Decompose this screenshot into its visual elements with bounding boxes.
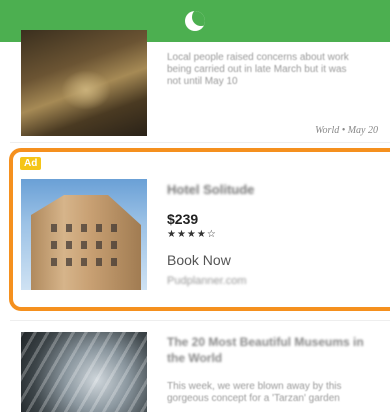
window bbox=[81, 241, 87, 249]
article-snippet[interactable]: This week, we were blown away by this go… bbox=[167, 381, 390, 405]
window bbox=[51, 258, 57, 266]
window bbox=[51, 241, 57, 249]
advertiser-domain: Pudplanner.com bbox=[167, 275, 247, 287]
window bbox=[96, 258, 102, 266]
snippet-line: being carried out in late March but it w… bbox=[167, 64, 347, 75]
window bbox=[96, 241, 102, 249]
window bbox=[111, 241, 117, 249]
window bbox=[111, 258, 117, 266]
window bbox=[81, 224, 87, 232]
article-thumbnail[interactable] bbox=[21, 30, 147, 136]
article-meta: World • May 20 bbox=[315, 125, 378, 136]
price: $239 bbox=[167, 211, 199, 227]
window bbox=[66, 258, 72, 266]
divider bbox=[10, 320, 390, 321]
window bbox=[66, 241, 72, 249]
snippet-line: Local people raised concerns about work bbox=[167, 52, 349, 63]
article-title[interactable]: The 20 Most Beautiful Museums in the Wor… bbox=[167, 334, 377, 366]
window bbox=[96, 224, 102, 232]
hotel-name: Hotel Solitude bbox=[167, 182, 255, 197]
hotel-image[interactable] bbox=[21, 179, 147, 290]
moon-icon[interactable] bbox=[185, 11, 205, 31]
article-thumbnail[interactable] bbox=[21, 332, 147, 412]
snippet-line: gorgeous concept for a 'Tarzan' garden bbox=[167, 393, 340, 404]
snippet-line: This week, we were blown away by this bbox=[167, 381, 342, 392]
window bbox=[51, 224, 57, 232]
window bbox=[66, 224, 72, 232]
window bbox=[81, 258, 87, 266]
snippet-line: not until May 10 bbox=[167, 76, 238, 87]
ad-badge: Ad bbox=[20, 157, 42, 170]
book-now-link[interactable]: Book Now bbox=[167, 252, 231, 268]
divider bbox=[10, 142, 390, 143]
article-snippet[interactable]: Local people raised concerns about work … bbox=[167, 52, 390, 88]
star-rating: ★★★★☆ bbox=[167, 229, 217, 240]
window bbox=[111, 224, 117, 232]
